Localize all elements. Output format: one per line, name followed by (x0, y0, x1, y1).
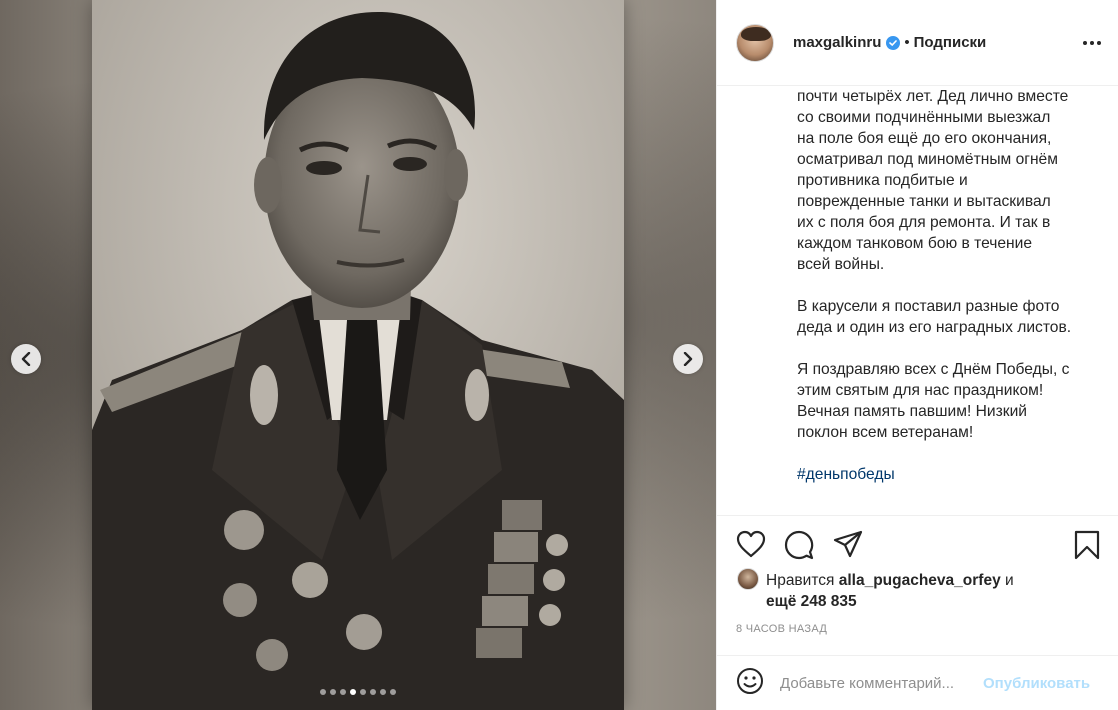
carousel-next-button[interactable] (673, 344, 703, 374)
caption-line: деда и один из его наградных листов. (797, 319, 1072, 336)
post-caption: почти четырёх лет. Дед лично вместе со св… (797, 86, 1097, 514)
caption-line: их с поля боя для ремонта. И так в (797, 214, 1051, 231)
publish-button[interactable]: Опубликовать (983, 675, 1090, 692)
verified-icon (886, 35, 901, 50)
chevron-left-icon (21, 352, 31, 366)
likes-summary: Нравится alla_pugacheva_orfey и ещё 248 … (737, 568, 1107, 612)
save-button[interactable] (1074, 530, 1100, 565)
heart-icon (736, 530, 766, 558)
like-button[interactable] (736, 530, 766, 563)
caption-line: на поле боя ещё до его окончания, (797, 130, 1052, 147)
emoji-button[interactable] (736, 667, 764, 700)
carousel-dot (360, 689, 366, 695)
carousel-prev-button[interactable] (11, 344, 41, 374)
chevron-right-icon (683, 352, 693, 366)
author-username[interactable]: maxgalkinru (793, 34, 881, 51)
caption-line: Я поздравляю всех с Днём Победы, с (797, 361, 1070, 378)
vintage-portrait-photo (92, 0, 624, 710)
post-actions (717, 515, 1118, 571)
author-avatar[interactable] (736, 23, 774, 62)
portrait-illustration (92, 0, 624, 710)
bookmark-icon (1074, 530, 1100, 560)
carousel-dot (330, 689, 336, 695)
likes-conjunction: и (1005, 572, 1014, 589)
likes-count[interactable]: ещё 248 835 (766, 591, 1107, 612)
carousel-dot (370, 689, 376, 695)
more-icon (1083, 41, 1101, 45)
carousel-dot (390, 689, 396, 695)
likes-prefix: Нравится (766, 572, 835, 589)
caption-line: почти четырёх лет. Дед лично вместе (797, 88, 1069, 105)
hashtag-link[interactable]: #деньпобеды (797, 466, 895, 483)
comment-input[interactable] (780, 674, 976, 692)
post-media[interactable] (0, 0, 716, 710)
share-button[interactable] (833, 530, 863, 563)
carousel-dot (320, 689, 326, 695)
comment-icon (784, 530, 814, 560)
comment-button[interactable] (784, 530, 814, 565)
carousel-indicator (0, 689, 716, 695)
caption-line: каждом танковом бою в течение (797, 235, 1033, 252)
more-options-button[interactable] (1083, 32, 1101, 50)
caption-line: поклон всем ветеранам! (797, 424, 974, 441)
liker-avatar[interactable] (737, 568, 759, 590)
caption-line: осматривал под миномётным огнём (797, 151, 1058, 168)
share-icon (833, 530, 863, 558)
post-side-panel: maxgalkinru • Подписки почти четырёх лет… (716, 0, 1118, 710)
carousel-dot (380, 689, 386, 695)
caption-line: со своими подчинёнными выезжал (797, 109, 1051, 126)
caption-line: поврежденные танки и вытаскивал (797, 193, 1051, 210)
caption-line: всей войны. (797, 256, 885, 273)
caption-body: почти четырёх лет. Дед лично вместе со св… (797, 86, 1097, 443)
post-timestamp[interactable]: 8 часов назад (736, 623, 827, 635)
caption-line: этим святым для нас праздником! (797, 382, 1044, 399)
carousel-dot (350, 689, 356, 695)
comment-bar: Опубликовать (717, 655, 1118, 710)
carousel-dot (340, 689, 346, 695)
caption-line: В карусели я поставил разные фото (797, 298, 1060, 315)
following-button[interactable]: Подписки (914, 34, 987, 51)
caption-line: Вечная память павшим! Низкий (797, 403, 1027, 420)
header-separator: • (904, 34, 910, 51)
liker-username[interactable]: alla_pugacheva_orfey (839, 572, 1001, 589)
post-header: maxgalkinru • Подписки (717, 0, 1118, 86)
emoji-icon (737, 667, 763, 694)
caption-line: противника подбитые и (797, 172, 968, 189)
